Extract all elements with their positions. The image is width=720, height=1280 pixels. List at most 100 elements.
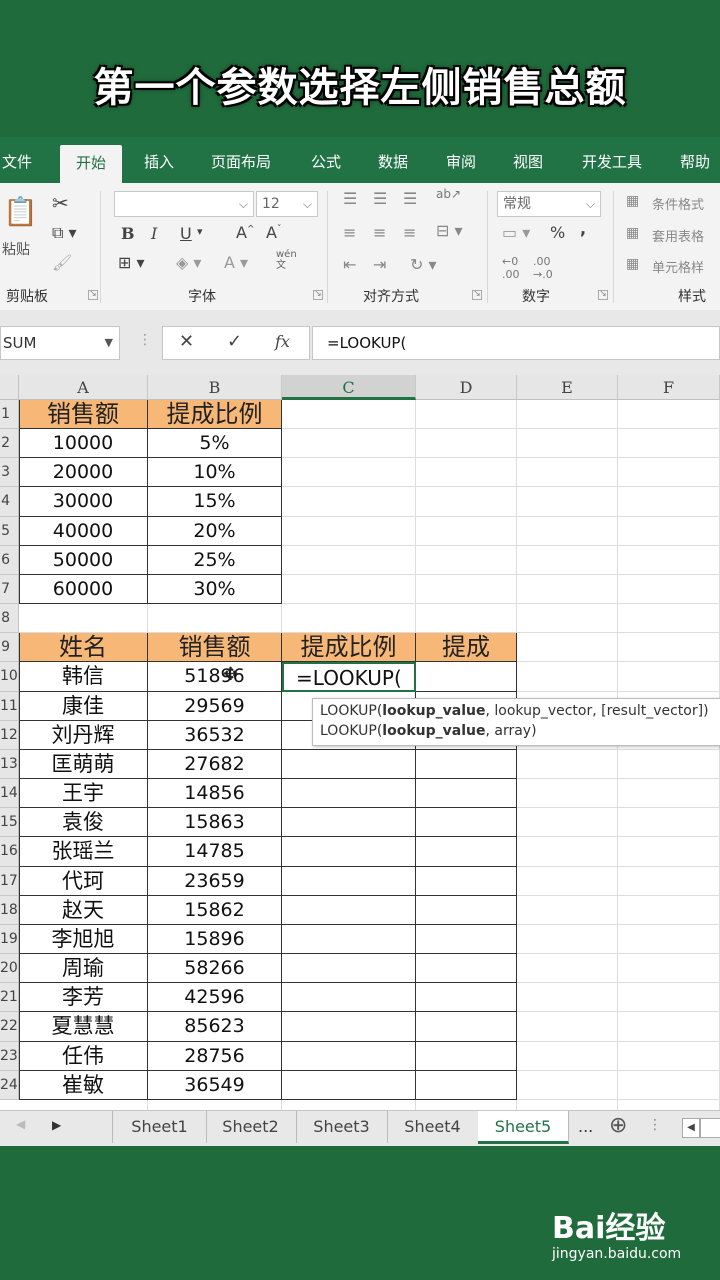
tab-developer[interactable]: 开发工具 — [582, 137, 642, 183]
column-header-b[interactable]: B — [148, 375, 282, 400]
sales-amount-cell[interactable]: 85623 — [148, 1012, 282, 1042]
sales-table-header[interactable]: 提成比例 — [282, 633, 416, 663]
format-as-table-icon[interactable]: ▦ — [626, 225, 639, 241]
row-header[interactable]: 16 — [0, 837, 19, 867]
sheet-tab-2[interactable]: Sheet2 — [205, 1111, 297, 1143]
row-header[interactable]: 12 — [0, 720, 19, 750]
row-header[interactable]: 2 — [0, 429, 19, 459]
font-size-dropdown[interactable]: 12 ⌵ — [256, 191, 318, 217]
rate-table-header[interactable]: 提成比例 — [148, 400, 282, 430]
rate-table-cell[interactable]: 15% — [148, 487, 282, 517]
commission-empty-cell[interactable] — [416, 1070, 517, 1100]
rate-table-cell[interactable]: 20000 — [19, 458, 148, 488]
row-header[interactable]: 4 — [0, 487, 19, 517]
align-left-icon[interactable]: ≡ — [343, 223, 356, 242]
tab-view[interactable]: 视图 — [513, 137, 543, 183]
cancel-icon[interactable]: ✕ — [179, 331, 194, 352]
tooltip-line-2[interactable]: LOOKUP(lookup_value, array) — [320, 723, 537, 739]
sheet-tab-4[interactable]: Sheet4 — [387, 1111, 479, 1143]
commission-empty-cell[interactable] — [416, 954, 517, 984]
align-right-icon[interactable]: ≡ — [403, 223, 416, 242]
rate-empty-cell[interactable] — [282, 866, 416, 896]
column-header-d[interactable]: D — [416, 375, 517, 400]
italic-button[interactable]: I — [151, 224, 157, 243]
decrease-indent-icon[interactable]: ⇤ — [343, 255, 356, 274]
row-header[interactable]: 15 — [0, 808, 19, 838]
sales-amount-cell[interactable]: 36532 — [148, 720, 282, 750]
decrease-font-icon[interactable]: Aˇ — [266, 223, 281, 242]
cut-icon[interactable]: ✂ — [52, 191, 69, 215]
add-sheet-icon[interactable]: ⊕ — [609, 1113, 627, 1138]
commission-empty-cell[interactable] — [416, 1041, 517, 1071]
rate-table-cell[interactable]: 60000 — [19, 574, 148, 605]
row-header[interactable]: 5 — [0, 516, 19, 546]
column-header-e[interactable]: E — [517, 375, 618, 400]
conditional-format-icon[interactable]: ▦ — [626, 193, 639, 209]
tab-formulas[interactable]: 公式 — [311, 137, 341, 183]
rate-table-cell[interactable]: 10000 — [19, 429, 148, 459]
rate-table-cell[interactable]: 20% — [148, 516, 282, 546]
sales-amount-cell[interactable]: 42596 — [148, 983, 282, 1013]
tab-page-layout[interactable]: 页面布局 — [211, 137, 271, 183]
sales-amount-cell[interactable]: 51896 — [148, 662, 282, 692]
commission-empty-cell[interactable] — [416, 1012, 517, 1042]
commission-empty-cell[interactable] — [416, 895, 517, 925]
rate-empty-cell[interactable] — [282, 954, 416, 984]
paste-button[interactable]: 粘贴 — [2, 239, 30, 259]
merge-center-icon[interactable]: ⊟ ▾ — [436, 221, 463, 240]
tab-data[interactable]: 数据 — [378, 137, 408, 183]
commission-empty-cell[interactable] — [416, 808, 517, 838]
tab-insert[interactable]: 插入 — [144, 137, 174, 183]
sales-amount-cell[interactable]: 14856 — [148, 779, 282, 809]
phonetic-guide-icon[interactable]: wén 文 — [276, 249, 297, 271]
sales-name-cell[interactable]: 袁俊 — [19, 808, 148, 838]
row-header[interactable]: 20 — [0, 954, 19, 984]
font-launcher-icon[interactable]: ↘ — [313, 290, 323, 300]
scroll-left-icon[interactable]: ◀ — [16, 1117, 25, 1131]
sales-name-cell[interactable]: 周瑜 — [19, 954, 148, 984]
format-painter-icon[interactable]: 🖌 — [52, 253, 72, 272]
row-header[interactable]: 3 — [0, 458, 19, 488]
commission-empty-cell[interactable] — [416, 779, 517, 809]
paste-icon[interactable]: 📋 — [3, 195, 38, 228]
fill-color-icon[interactable]: ◈ ▾ — [176, 253, 201, 272]
rate-table-header[interactable]: 销售额 — [19, 400, 148, 430]
format-as-table-button[interactable]: 套用表格 — [652, 226, 704, 245]
column-header-a[interactable]: A — [19, 375, 148, 400]
increase-font-icon[interactable]: A^ — [236, 223, 255, 242]
row-header[interactable]: 21 — [0, 983, 19, 1013]
column-header-c[interactable]: C — [282, 375, 416, 400]
sales-name-cell[interactable]: 康佳 — [19, 691, 148, 721]
enter-icon[interactable]: ✓ — [227, 331, 242, 352]
sales-name-cell[interactable]: 匡萌萌 — [19, 749, 148, 780]
tab-file[interactable]: 文件 — [2, 137, 32, 183]
sales-name-cell[interactable]: 李旭旭 — [19, 924, 148, 955]
font-name-dropdown[interactable]: ⌵ — [114, 191, 254, 217]
function-tooltip[interactable]: LOOKUP(lookup_value, lookup_vector, [res… — [312, 697, 720, 746]
name-box[interactable]: SUM ▼ — [0, 326, 120, 360]
align-center-icon[interactable]: ≡ — [373, 223, 386, 242]
sales-amount-cell[interactable]: 14785 — [148, 837, 282, 867]
cell-styles-icon[interactable]: ▦ — [626, 256, 639, 272]
tab-review[interactable]: 审阅 — [446, 137, 476, 183]
row-header[interactable]: 9 — [0, 633, 19, 663]
tooltip-line-1[interactable]: LOOKUP(lookup_value, lookup_vector, [res… — [320, 703, 709, 719]
sales-name-cell[interactable]: 张瑶兰 — [19, 837, 148, 867]
orientation-icon[interactable]: ab↗ — [436, 187, 461, 201]
more-sheets-button[interactable]: ... — [578, 1117, 593, 1136]
sales-name-cell[interactable]: 李芳 — [19, 983, 148, 1013]
sales-name-cell[interactable]: 崔敏 — [19, 1070, 148, 1100]
row-header[interactable]: 11 — [0, 691, 19, 721]
rate-empty-cell[interactable] — [282, 808, 416, 838]
rate-table-cell[interactable]: 10% — [148, 458, 282, 488]
rate-empty-cell[interactable] — [282, 983, 416, 1013]
sheet-tab-5[interactable]: Sheet5 — [478, 1111, 569, 1144]
formula-input[interactable]: =LOOKUP( — [312, 326, 720, 360]
commission-empty-cell[interactable] — [416, 837, 517, 867]
row-header[interactable]: 10 — [0, 662, 19, 692]
row-header[interactable]: 22 — [0, 1012, 19, 1042]
insert-function-icon[interactable]: fx — [275, 332, 290, 351]
rate-table-cell[interactable]: 30% — [148, 574, 282, 605]
tab-help[interactable]: 帮助 — [680, 137, 710, 183]
percent-button[interactable]: % — [550, 223, 565, 242]
